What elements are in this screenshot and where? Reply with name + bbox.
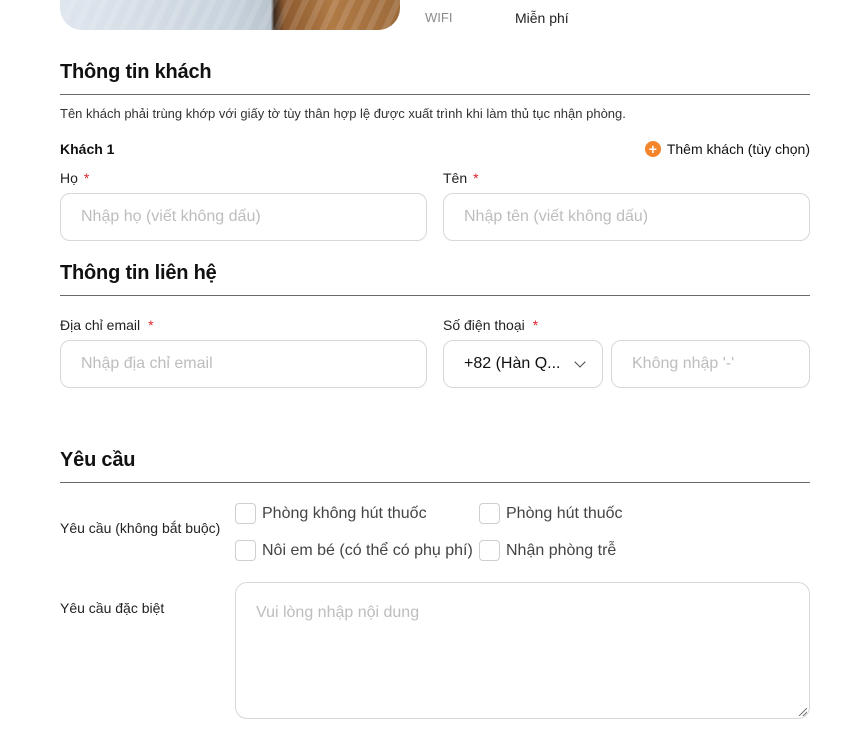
- checkbox-box[interactable]: [479, 503, 500, 524]
- amenity-value: Miễn phí: [515, 10, 569, 26]
- special-requests-placeholder: Vui lòng nhập nội dung: [256, 604, 420, 621]
- email-input[interactable]: Nhập địa chỉ email: [60, 340, 427, 388]
- checkbox-label: Phòng không hút thuốc: [262, 504, 427, 522]
- last-name-label: Họ *: [60, 170, 90, 186]
- amenity-name: WIFI: [425, 10, 453, 25]
- chevron-down-icon: [574, 356, 586, 368]
- country-code-select[interactable]: +82 (Hàn Q...: [443, 340, 603, 388]
- checkbox-box[interactable]: [479, 540, 500, 561]
- checkbox-late-checkin[interactable]: Nhận phòng trễ: [479, 540, 616, 561]
- required-mark: *: [83, 170, 90, 186]
- add-guest-label: Thêm khách (tùy chọn): [666, 141, 810, 157]
- phone-input[interactable]: Không nhập '-': [611, 340, 810, 388]
- requests-title: Yêu cầu: [60, 449, 136, 471]
- required-mark: *: [532, 317, 539, 333]
- checkbox-non-smoking[interactable]: Phòng không hút thuốc: [235, 503, 427, 524]
- resize-handle-icon[interactable]: [799, 708, 807, 716]
- plus-icon: +: [644, 141, 661, 157]
- divider: [60, 295, 810, 296]
- first-name-placeholder: Nhập tên (viết không dấu): [464, 208, 649, 225]
- room-photo: [60, 0, 400, 30]
- contact-info-title: Thông tin liên hệ: [60, 262, 217, 284]
- required-mark: *: [473, 170, 479, 186]
- checkbox-label: Phòng hút thuốc: [506, 504, 623, 522]
- guest-1-label: Khách 1: [60, 141, 115, 157]
- checkbox-box[interactable]: [235, 540, 256, 561]
- required-mark: *: [148, 317, 154, 333]
- checkbox-smoking[interactable]: Phòng hút thuốc: [479, 503, 623, 524]
- checkbox-baby-cot[interactable]: Nôi em bé (có thể có phụ phí): [235, 540, 473, 561]
- checkbox-box[interactable]: [235, 503, 256, 524]
- first-name-label: Tên *: [443, 170, 479, 186]
- divider: [60, 94, 810, 95]
- guest-info-note: Tên khách phải trùng khớp với giấy tờ tù…: [60, 106, 626, 121]
- email-label: Địa chỉ email *: [60, 317, 154, 333]
- special-requests-label: Yêu cầu đặc biệt: [60, 600, 165, 616]
- checkbox-label: Nhận phòng trễ: [506, 541, 617, 559]
- first-name-input[interactable]: Nhập tên (viết không dấu): [443, 193, 810, 241]
- country-code-value: +82 (Hàn Q...: [464, 355, 561, 372]
- phone-placeholder: Không nhập '-': [632, 355, 735, 372]
- email-placeholder: Nhập địa chỉ email: [81, 355, 213, 372]
- phone-label: Số điện thoại *: [443, 317, 539, 333]
- special-requests-textarea[interactable]: Vui lòng nhập nội dung: [235, 582, 810, 719]
- add-guest-button[interactable]: + Thêm khách (tùy chọn): [644, 141, 810, 157]
- divider: [60, 482, 810, 483]
- last-name-placeholder: Nhập họ (viết không dấu): [81, 208, 261, 225]
- checkbox-label: Nôi em bé (có thể có phụ phí): [262, 541, 473, 559]
- last-name-input[interactable]: Nhập họ (viết không dấu): [60, 193, 427, 241]
- guest-info-title: Thông tin khách: [60, 61, 212, 83]
- optional-requests-label: Yêu cầu (không bắt buộc): [60, 520, 221, 536]
